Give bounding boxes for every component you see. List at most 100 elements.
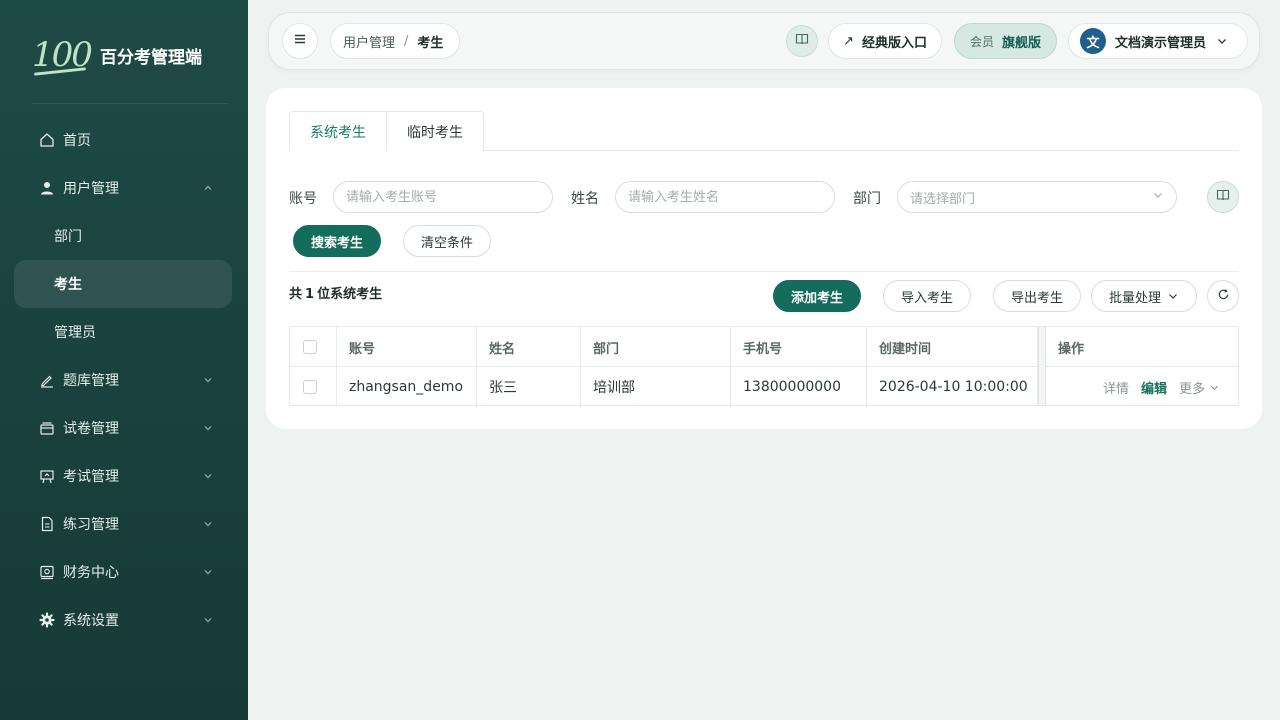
sidebar-item-practice[interactable]: 练习管理 — [14, 500, 232, 548]
user-name: 文档演示管理员 — [1115, 35, 1207, 51]
sidebar: 100 百分考管理端 首页 用户管理 部门 考生 管理员 题库管理 试卷管理 考… — [0, 0, 248, 720]
select-all-checkbox[interactable] — [303, 340, 317, 354]
sidebar-item-label: 财务中心 — [63, 565, 119, 581]
classic-version-label: 经典版入口 — [861, 35, 927, 51]
tab-system-examinees[interactable]: 系统考生 — [289, 111, 387, 152]
sidebar-subitem-label: 部门 — [54, 229, 82, 245]
department-select-placeholder: 请选择部门 — [910, 191, 976, 207]
sidebar-item-label: 系统设置 — [63, 613, 119, 629]
sidebar-subitem-department[interactable]: 部门 — [14, 212, 232, 260]
account-input[interactable] — [333, 181, 553, 213]
column-header-phone: 手机号 — [731, 327, 867, 367]
top-header: 用户管理 / 考生 ↗ 经典版入口 会员 旗舰版 文 文档演示管理员 — [268, 12, 1260, 70]
menu-toggle-button[interactable] — [282, 23, 318, 59]
edit-link[interactable]: 编辑 — [1141, 378, 1167, 397]
breadcrumb-current: 考生 — [417, 35, 444, 51]
examinee-table: 账号 姓名 部门 手机号 创建时间 操作 zhangsan_demo 张三 培训… — [289, 326, 1239, 407]
tab-bar: 系统考生 临时考生 — [289, 111, 1239, 152]
user-menu-button[interactable]: 文 文档演示管理员 — [1068, 23, 1248, 59]
search-button[interactable]: 搜索考生 — [293, 225, 381, 257]
chevron-down-icon — [202, 422, 214, 434]
table-row: zhangsan_demo 张三 培训部 13800000000 2026-04… — [290, 367, 1238, 407]
book-icon — [1216, 188, 1230, 206]
brand-divider — [32, 103, 228, 104]
cell-phone: 13800000000 — [731, 367, 867, 407]
filter-docs-button[interactable] — [1207, 181, 1239, 213]
chevron-down-icon — [1216, 35, 1228, 47]
column-header-account: 账号 — [337, 327, 477, 367]
refresh-button[interactable] — [1207, 280, 1239, 312]
chevron-down-icon — [202, 518, 214, 530]
membership-value: 旗舰版 — [1002, 35, 1042, 51]
sidebar-item-finance[interactable]: 财务中心 — [14, 548, 232, 596]
cell-account: zhangsan_demo — [337, 367, 477, 407]
table-header-row: 账号 姓名 部门 手机号 创建时间 操作 — [290, 327, 1238, 367]
sidebar-item-exam[interactable]: 考试管理 — [14, 452, 232, 500]
name-label: 姓名 — [571, 191, 599, 207]
membership-label: 会员 — [969, 34, 994, 49]
sidebar-subitem-label: 管理员 — [54, 325, 96, 341]
detail-link[interactable]: 详情 — [1103, 378, 1129, 397]
batch-actions-label: 批量处理 — [1108, 290, 1161, 306]
brand-name: 百分考管理端 — [100, 47, 202, 68]
docs-button[interactable] — [786, 25, 818, 57]
chevron-down-icon — [202, 614, 214, 626]
pen-icon — [38, 371, 56, 389]
chevron-down-icon — [1152, 189, 1164, 205]
department-select[interactable]: 请选择部门 — [897, 181, 1177, 213]
name-input[interactable] — [615, 181, 835, 213]
row-select-cell — [290, 367, 337, 407]
breadcrumb: 用户管理 / 考生 — [330, 23, 460, 59]
sidebar-menu: 首页 用户管理 部门 考生 管理员 题库管理 试卷管理 考试管理 练习管理 财务… — [14, 116, 232, 644]
brand[interactable]: 100 百分考管理端 — [32, 34, 232, 76]
chevron-up-icon — [202, 182, 214, 194]
sidebar-subitem-examinee[interactable]: 考生 — [14, 260, 232, 308]
cell-actions: 详情 编辑 更多 — [1046, 367, 1238, 407]
sidebar-item-settings[interactable]: 系统设置 — [14, 596, 232, 644]
sidebar-item-label: 用户管理 — [63, 181, 119, 197]
sidebar-item-user-management[interactable]: 用户管理 — [14, 164, 232, 212]
sidebar-item-home[interactable]: 首页 — [14, 116, 232, 164]
cell-created: 2026-04-10 10:00:00 — [867, 367, 1038, 407]
sidebar-item-question-bank[interactable]: 题库管理 — [14, 356, 232, 404]
tab-temporary-examinees[interactable]: 临时考生 — [386, 111, 484, 151]
finance-icon — [38, 563, 56, 581]
batch-actions-button[interactable]: 批量处理 — [1091, 280, 1197, 312]
refresh-icon — [1217, 288, 1230, 305]
chevron-down-icon — [1209, 382, 1220, 393]
sidebar-subitem-label: 考生 — [54, 277, 82, 293]
add-examinee-button[interactable]: 添加考生 — [773, 280, 861, 312]
chevron-down-icon — [202, 470, 214, 482]
export-examinee-button[interactable]: 导出考生 — [993, 280, 1081, 312]
sidebar-item-label: 首页 — [63, 133, 91, 149]
more-actions-label: 更多 — [1178, 381, 1205, 397]
external-arrow-icon: ↗ — [843, 33, 854, 49]
breadcrumb-parent[interactable]: 用户管理 — [343, 32, 395, 51]
total-suffix: 位系统考生 — [317, 287, 383, 302]
row-checkbox[interactable] — [303, 380, 317, 394]
column-header-actions: 操作 — [1058, 341, 1085, 357]
sidebar-item-label: 试卷管理 — [63, 421, 119, 437]
fixed-column-divider — [1038, 327, 1046, 405]
total-prefix: 共 — [289, 287, 303, 302]
sidebar-subitem-admin[interactable]: 管理员 — [14, 308, 232, 356]
membership-badge[interactable]: 会员 旗舰版 — [954, 23, 1057, 59]
home-icon — [38, 131, 56, 149]
presentation-icon — [38, 467, 56, 485]
import-examinee-button[interactable]: 导入考生 — [883, 280, 971, 312]
more-actions-dropdown[interactable]: 更多 — [1179, 378, 1220, 397]
document-icon — [38, 515, 56, 533]
sidebar-item-paper[interactable]: 试卷管理 — [14, 404, 232, 452]
section-divider — [289, 271, 1239, 272]
user-icon — [38, 179, 56, 197]
chevron-down-icon — [202, 374, 214, 386]
book-icon — [795, 32, 809, 50]
classic-version-button[interactable]: ↗ 经典版入口 — [828, 23, 942, 59]
sidebar-item-label: 题库管理 — [63, 373, 119, 389]
hamburger-icon — [294, 33, 306, 49]
account-label: 账号 — [289, 191, 317, 207]
clear-filters-button[interactable]: 清空条件 — [403, 225, 491, 257]
cell-name: 张三 — [477, 367, 581, 407]
gear-icon — [38, 611, 56, 629]
briefcase-icon — [38, 419, 56, 437]
